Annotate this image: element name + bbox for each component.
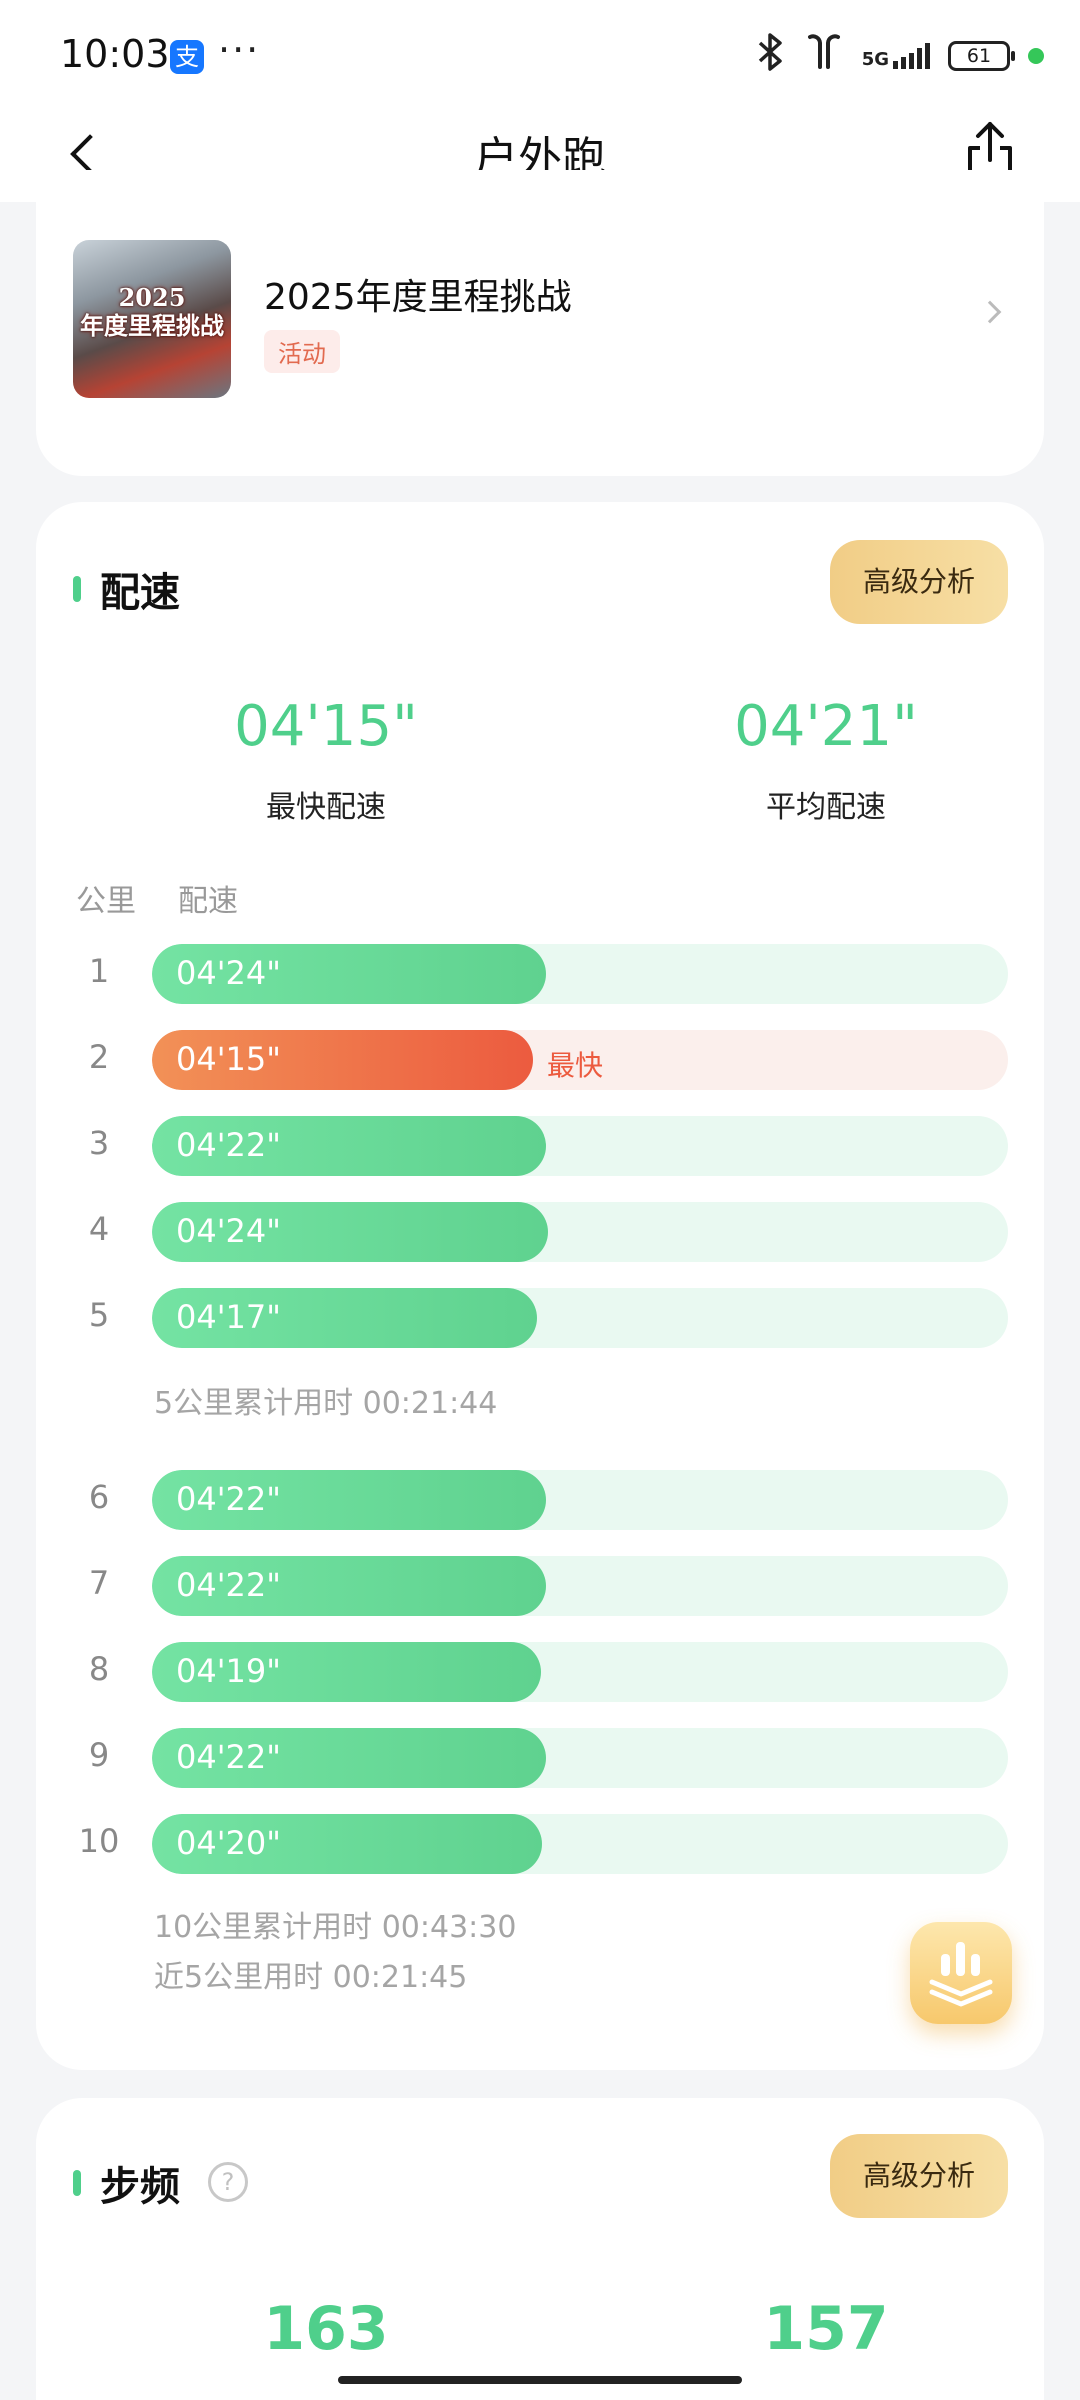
- split-pace-track: 04'24": [152, 944, 1008, 1004]
- privacy-indicator-dot: [1028, 48, 1044, 64]
- pace-split-row: 8 04'19": [36, 1642, 1044, 1702]
- bluetooth-icon: [756, 32, 786, 80]
- split-pace-bar: 04'17": [152, 1288, 537, 1348]
- average-pace-label: 平均配速: [766, 790, 886, 825]
- pace-card: 配速 高级分析 04'15" 最快配速 04'21" 平均配速 公里 配速 10…: [36, 502, 1044, 2070]
- fastest-split-tag: 最快: [547, 1049, 604, 1082]
- cadence-section-title: 步频: [100, 2164, 180, 2210]
- split-pace-value: 04'22": [176, 1566, 281, 1604]
- split-pace-track: 04'15" 最快: [152, 1030, 1008, 1090]
- chevron-right-icon: [978, 300, 1002, 324]
- column-header-km: 公里: [76, 884, 136, 919]
- cadence-card: 步频 ? 高级分析 163 157: [36, 2098, 1044, 2400]
- pace-split-row: 4 04'24": [36, 1202, 1044, 1262]
- split-km-number: 10: [78, 1822, 120, 1860]
- activity-title: 2025年度里程挑战: [264, 277, 572, 318]
- pace-split-row: 3 04'22": [36, 1116, 1044, 1176]
- split-pace-bar: 04'22": [152, 1728, 546, 1788]
- split-km-number: 1: [88, 952, 110, 990]
- split-pace-track: 04'22": [152, 1556, 1008, 1616]
- floating-assistant-button[interactable]: [910, 1922, 1012, 2024]
- battery-icon: 61: [948, 41, 1015, 71]
- pace-advanced-analysis-button[interactable]: 高级分析: [830, 540, 1008, 624]
- split-pace-track: 04'22": [152, 1728, 1008, 1788]
- split-km-number: 9: [88, 1736, 110, 1774]
- fastest-pace-label: 最快配速: [266, 790, 386, 825]
- signal-icon: 5G: [862, 43, 930, 69]
- split-pace-bar: 04'24": [152, 1202, 548, 1262]
- status-time: 10:03: [60, 32, 170, 76]
- equalizer-icon: [929, 1942, 993, 2007]
- split-pace-bar: 04'20": [152, 1814, 542, 1874]
- split-km-number: 5: [88, 1296, 110, 1334]
- average-pace-value: 04'21": [734, 694, 918, 759]
- split-pace-track: 04'22": [152, 1470, 1008, 1530]
- split-pace-value: 04'22": [176, 1480, 281, 1518]
- help-icon[interactable]: ?: [208, 2162, 248, 2202]
- pace-split-row: 10 04'20": [36, 1814, 1044, 1874]
- activity-thumbnail: 2025 年度里程挑战: [73, 240, 231, 398]
- split-pace-value: 04'22": [176, 1126, 281, 1164]
- split-pace-value: 04'17": [176, 1298, 281, 1336]
- status-bar: 10:03 支 ··· 5G 61: [0, 0, 1080, 110]
- more-notifications-icon: ···: [218, 28, 261, 72]
- column-header-pace: 配速: [178, 884, 238, 919]
- pace-split-row: 5 04'17": [36, 1288, 1044, 1348]
- alipay-notification-icon: 支: [170, 40, 204, 74]
- split-km-number: 2: [88, 1038, 110, 1076]
- recent-5km-time: 近5公里用时 00:21:45: [154, 1960, 468, 1995]
- split-pace-bar: 04'19": [152, 1642, 541, 1702]
- cadence-value-left: 163: [263, 2294, 389, 2364]
- cumulative-5km-time: 5公里累计用时 00:21:44: [154, 1386, 498, 1421]
- pace-split-row: 7 04'22": [36, 1556, 1044, 1616]
- earbuds-icon: [804, 33, 844, 80]
- home-indicator[interactable]: [338, 2376, 742, 2384]
- cumulative-10km-time: 10公里累计用时 00:43:30: [154, 1910, 517, 1945]
- split-pace-bar: 04'24": [152, 944, 546, 1004]
- split-pace-value: 04'15": [176, 1040, 281, 1078]
- pace-split-row: 2 04'15" 最快: [36, 1030, 1044, 1090]
- pace-split-row: 1 04'24": [36, 944, 1044, 1004]
- split-pace-track: 04'22": [152, 1116, 1008, 1176]
- cadence-value-right: 157: [763, 2294, 889, 2364]
- split-pace-bar: 04'22": [152, 1470, 546, 1530]
- split-pace-track: 04'24": [152, 1202, 1008, 1262]
- split-pace-bar-fastest: 04'15": [152, 1030, 533, 1090]
- section-accent-bar: [73, 576, 81, 602]
- pace-split-row: 9 04'22": [36, 1728, 1044, 1788]
- split-km-number: 4: [88, 1210, 110, 1248]
- split-pace-bar: 04'22": [152, 1116, 546, 1176]
- split-pace-value: 04'19": [176, 1652, 281, 1690]
- split-km-number: 6: [88, 1478, 110, 1516]
- split-pace-track: 04'17": [152, 1288, 1008, 1348]
- activity-thumbnail-text: 2025 年度里程挑战: [80, 283, 224, 340]
- activity-tag: 活动: [264, 330, 340, 373]
- pace-split-row: 6 04'22": [36, 1470, 1044, 1530]
- split-pace-value: 04'24": [176, 1212, 281, 1250]
- pace-section-title: 配速: [100, 570, 180, 616]
- split-pace-value: 04'24": [176, 954, 281, 992]
- status-icons: 5G 61: [756, 32, 1044, 80]
- split-pace-bar: 04'22": [152, 1556, 546, 1616]
- activity-card[interactable]: 2025 年度里程挑战 2025年度里程挑战 活动: [36, 170, 1044, 476]
- split-pace-value: 04'22": [176, 1738, 281, 1776]
- split-km-number: 3: [88, 1124, 110, 1162]
- split-pace-track: 04'20": [152, 1814, 1008, 1874]
- network-type: 5G: [861, 49, 889, 70]
- split-km-number: 8: [88, 1650, 110, 1688]
- fastest-pace-value: 04'15": [234, 694, 418, 759]
- split-km-number: 7: [88, 1564, 110, 1602]
- split-pace-track: 04'19": [152, 1642, 1008, 1702]
- section-accent-bar: [73, 2170, 81, 2196]
- cadence-advanced-analysis-button[interactable]: 高级分析: [830, 2134, 1008, 2218]
- split-pace-value: 04'20": [176, 1824, 281, 1862]
